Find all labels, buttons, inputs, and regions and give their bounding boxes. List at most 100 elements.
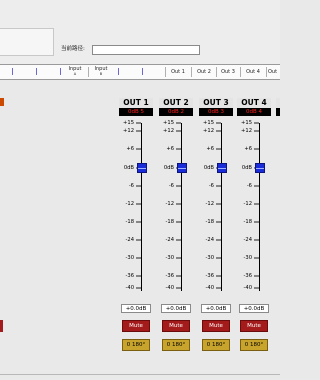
routing-marker [118, 68, 119, 75]
fader-knob[interactable] [255, 163, 265, 173]
fader-track[interactable] [181, 123, 182, 291]
mute-button[interactable]: Mute [240, 320, 268, 332]
previous-channel-mute[interactable] [0, 320, 3, 332]
fader-track[interactable] [259, 123, 260, 291]
toolbar-panel[interactable] [0, 28, 54, 56]
gain-value-field[interactable]: +0.0dB [201, 304, 231, 313]
fader-tick-label: -30 [243, 255, 252, 261]
fader-tick-label: +12 [203, 128, 214, 134]
channel-name: OUT 3 [199, 98, 233, 108]
fader-tick-label: -30 [165, 255, 174, 261]
channel-name: OUT 4 [237, 98, 271, 108]
fader-tick-label: +15 [241, 120, 252, 126]
fader-scale: +15 +12 +6 0dB -6 -12 -18 -24 -30 -36 -40 [119, 120, 153, 291]
fader-tick-label: +12 [241, 128, 252, 134]
fader-track[interactable] [141, 123, 142, 291]
channel-strip-out-4: OUT 4 0dB 4 +15 +12 +6 0dB -6 -12 -18 -24 -30 -36 -4… [237, 98, 271, 358]
mute-button[interactable]: Mute [122, 320, 150, 332]
fader-tick-label: 0dB [123, 165, 134, 171]
current-path-label: 当前路径: [61, 46, 85, 52]
fader-scale: +15 +12 +6 0dB -6 -12 -18 -24 -30 -36 -40 [159, 120, 193, 291]
fader-tick-label: -6 [168, 183, 174, 189]
fader-tick-label: -6 [208, 183, 214, 189]
fader-tick-label: -24 [205, 237, 214, 243]
fader-tick-label: +6 [166, 146, 174, 152]
next-channel-name [276, 98, 280, 108]
routing-out-2[interactable]: Out 2 [193, 69, 215, 75]
current-path-input[interactable] [92, 45, 200, 55]
routing-divider [88, 67, 89, 77]
fader-track[interactable] [221, 123, 222, 291]
fader-tick-label: -24 [243, 237, 252, 243]
fader-tick-label: 0dB [241, 165, 252, 171]
routing-input-sub: A [73, 72, 77, 76]
fader-tick-label: -6 [128, 183, 134, 189]
phase-invert-button[interactable]: 0 180° [240, 339, 268, 351]
channel-strip-out-3: OUT 3 0dB 3 +15 +12 +6 0dB -6 -12 -18 -24 -30 -36 -4… [199, 98, 233, 358]
phase-invert-button[interactable]: 0 180° [122, 339, 150, 351]
fader-tick-label: 0dB [163, 165, 174, 171]
fader-tick-label: -40 [205, 285, 214, 291]
fader-tick-label: -24 [165, 237, 174, 243]
fader-tick-label: -36 [243, 273, 252, 279]
routing-input-b[interactable]: Input B [90, 66, 112, 76]
previous-channel-meter [0, 98, 4, 106]
fader-tick-label: -12 [165, 201, 174, 207]
fader-tick-label: -18 [125, 219, 134, 225]
routing-divider [191, 67, 192, 77]
fader-knob[interactable] [177, 163, 187, 173]
fader-tick-label: -30 [125, 255, 134, 261]
channel-strip-out-2: OUT 2 0dB 2 +15 +12 +6 0dB -6 -12 -18 -24 -30 -36 -4… [159, 98, 193, 358]
fader-tick-label: +12 [163, 128, 174, 134]
fader-tick-label: -36 [125, 273, 134, 279]
routing-out-5[interactable]: Out [268, 69, 280, 75]
routing-out-3[interactable]: Out 3 [217, 69, 239, 75]
fader-tick-label: -40 [165, 285, 174, 291]
level-meter: 0dB 4 [237, 108, 271, 116]
channel-name: OUT 1 [119, 98, 153, 108]
routing-marker [60, 68, 61, 75]
channel-name: OUT 2 [159, 98, 193, 108]
fader-scale: +15 +12 +6 0dB -6 -12 -18 -24 -30 -36 -40 [237, 120, 271, 291]
fader-tick-label: +15 [163, 120, 174, 126]
fader-tick-label: +12 [123, 128, 134, 134]
next-channel-meter [276, 108, 280, 116]
fader-knob[interactable] [137, 163, 147, 173]
routing-out-1[interactable]: Out 1 [167, 69, 189, 75]
mute-button[interactable]: Mute [162, 320, 190, 332]
fader-tick-label: -40 [125, 285, 134, 291]
toolbar: 当前路径: [0, 0, 280, 64]
routing-input-sub: B [99, 72, 103, 76]
fader-tick-label: +6 [244, 146, 252, 152]
level-meter: 0dB 2 [159, 108, 193, 116]
level-meter: 0dB 3 [199, 108, 233, 116]
fader-tick-label: -40 [243, 285, 252, 291]
level-meter: 0dB 5 [119, 108, 153, 116]
fader-tick-label: -12 [205, 201, 214, 207]
routing-marker [12, 68, 13, 75]
routing-out-4[interactable]: Out 4 [241, 69, 265, 75]
gain-value-field[interactable]: +0.0dB [121, 304, 151, 313]
fader-tick-label: -18 [165, 219, 174, 225]
routing-divider [165, 67, 166, 77]
fader-scale: +15 +12 +6 0dB -6 -12 -18 -24 -30 -36 -40 [199, 120, 233, 291]
phase-invert-button[interactable]: 0 180° [202, 339, 230, 351]
fader-tick-label: 0dB [203, 165, 214, 171]
phase-invert-button[interactable]: 0 180° [162, 339, 190, 351]
fader-knob[interactable] [217, 163, 227, 173]
fader-tick-label: -6 [246, 183, 252, 189]
fader-tick-label: +6 [126, 146, 134, 152]
fader-tick-label: +6 [206, 146, 214, 152]
routing-bar: Input A Input B Out 1 Out 2 Out 3 Out 4 … [0, 64, 280, 80]
routing-input-a[interactable]: Input A [64, 66, 86, 76]
routing-marker [142, 68, 143, 75]
gain-value-field[interactable]: +0.0dB [161, 304, 191, 313]
next-channel-strip [276, 98, 280, 358]
fader-tick-label: -36 [205, 273, 214, 279]
fader-tick-label: -18 [243, 219, 252, 225]
routing-marker [36, 68, 37, 75]
fader-tick-label: -12 [243, 201, 252, 207]
channel-strip-out-1: OUT 1 0dB 5 +15 +12 +6 0dB -6 -12 -18 -24 -30 -36 -4… [119, 98, 153, 358]
mute-button[interactable]: Mute [202, 320, 230, 332]
gain-value-field[interactable]: +0.0dB [239, 304, 269, 313]
